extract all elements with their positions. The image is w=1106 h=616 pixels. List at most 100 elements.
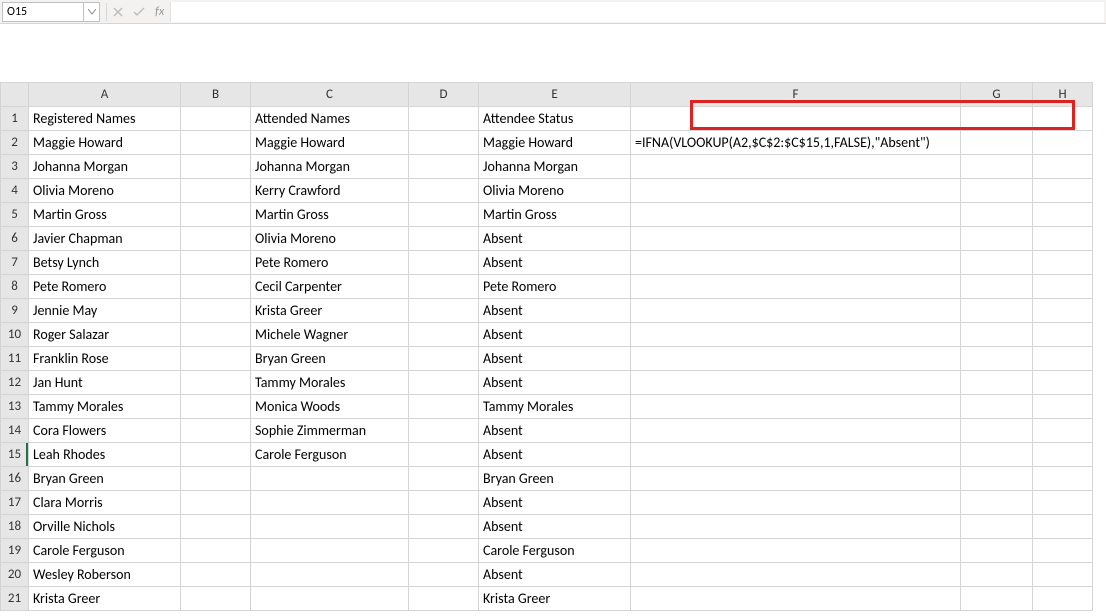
row-header[interactable]: 2 — [1, 131, 29, 155]
cell[interactable]: Tammy Morales — [29, 395, 181, 419]
cell[interactable]: Absent — [479, 227, 631, 251]
cell[interactable] — [409, 155, 479, 179]
cell[interactable] — [181, 539, 251, 563]
cell[interactable] — [961, 299, 1033, 323]
cell[interactable] — [1033, 155, 1093, 179]
cell[interactable] — [631, 107, 961, 131]
cell[interactable]: Absent — [479, 299, 631, 323]
cell[interactable] — [1033, 323, 1093, 347]
cell[interactable] — [961, 491, 1033, 515]
row-header[interactable]: 4 — [1, 179, 29, 203]
cell[interactable] — [251, 467, 409, 491]
cell[interactable] — [409, 299, 479, 323]
cell[interactable] — [631, 443, 961, 467]
cell[interactable] — [961, 515, 1033, 539]
cell[interactable] — [181, 347, 251, 371]
cell[interactable]: Pete Romero — [251, 251, 409, 275]
col-header-H[interactable]: H — [1033, 83, 1093, 107]
cell[interactable]: Absent — [479, 419, 631, 443]
formula-bar-input[interactable] — [170, 2, 1104, 22]
cell[interactable] — [1033, 131, 1093, 155]
cell[interactable]: Absent — [479, 371, 631, 395]
row-header[interactable]: 3 — [1, 155, 29, 179]
name-box-dropdown[interactable] — [84, 2, 100, 22]
select-all-corner[interactable] — [1, 83, 29, 107]
cell[interactable] — [1033, 467, 1093, 491]
cell[interactable] — [961, 347, 1033, 371]
cell[interactable] — [961, 467, 1033, 491]
row-header[interactable]: 15 — [1, 443, 29, 467]
cell[interactable]: =IFNA(VLOOKUP(A2,$C$2:$C$15,1,FALSE),"Ab… — [631, 131, 961, 155]
cell[interactable] — [631, 395, 961, 419]
col-header-D[interactable]: D — [409, 83, 479, 107]
cell[interactable] — [409, 491, 479, 515]
row-header[interactable]: 5 — [1, 203, 29, 227]
cell[interactable] — [181, 275, 251, 299]
cell[interactable]: Johanna Morgan — [479, 155, 631, 179]
cell[interactable] — [409, 347, 479, 371]
cell[interactable] — [409, 371, 479, 395]
cell[interactable] — [409, 251, 479, 275]
cell[interactable] — [181, 155, 251, 179]
cell[interactable] — [1033, 227, 1093, 251]
cell[interactable] — [1033, 299, 1093, 323]
cell[interactable]: Krista Greer — [29, 587, 181, 611]
cell[interactable]: Betsy Lynch — [29, 251, 181, 275]
cell[interactable] — [409, 179, 479, 203]
cell[interactable] — [181, 491, 251, 515]
cell[interactable] — [631, 227, 961, 251]
cell[interactable]: Attended Names — [251, 107, 409, 131]
cell[interactable]: Maggie Howard — [29, 131, 181, 155]
cell[interactable]: Olivia Moreno — [29, 179, 181, 203]
cell[interactable]: Absent — [479, 347, 631, 371]
cell[interactable] — [181, 323, 251, 347]
cell[interactable]: Krista Greer — [479, 587, 631, 611]
cell[interactable] — [631, 299, 961, 323]
cell[interactable]: Bryan Green — [251, 347, 409, 371]
cell[interactable] — [1033, 275, 1093, 299]
cell[interactable]: Bryan Green — [29, 467, 181, 491]
cell[interactable] — [961, 371, 1033, 395]
col-header-B[interactable]: B — [181, 83, 251, 107]
row-header[interactable]: 16 — [1, 467, 29, 491]
cell[interactable]: Kerry Crawford — [251, 179, 409, 203]
cell[interactable]: Martin Gross — [29, 203, 181, 227]
cell[interactable] — [181, 563, 251, 587]
cell[interactable]: Javier Chapman — [29, 227, 181, 251]
cell[interactable]: Krista Greer — [251, 299, 409, 323]
cell[interactable] — [961, 539, 1033, 563]
cell[interactable] — [631, 539, 961, 563]
row-header[interactable]: 20 — [1, 563, 29, 587]
cell[interactable]: Absent — [479, 563, 631, 587]
cell[interactable] — [631, 467, 961, 491]
cell[interactable] — [181, 443, 251, 467]
cell[interactable] — [1033, 563, 1093, 587]
cell[interactable] — [961, 155, 1033, 179]
cell[interactable] — [961, 131, 1033, 155]
col-header-C[interactable]: C — [251, 83, 409, 107]
cell[interactable]: Cora Flowers — [29, 419, 181, 443]
cell[interactable] — [181, 251, 251, 275]
cell[interactable] — [961, 323, 1033, 347]
cell[interactable] — [631, 275, 961, 299]
cell[interactable]: Absent — [479, 443, 631, 467]
cell[interactable] — [631, 155, 961, 179]
cell[interactable]: Johanna Morgan — [251, 155, 409, 179]
row-header[interactable]: 14 — [1, 419, 29, 443]
row-header[interactable]: 12 — [1, 371, 29, 395]
cancel-icon[interactable] — [113, 7, 123, 17]
cell[interactable] — [181, 227, 251, 251]
cell[interactable] — [961, 275, 1033, 299]
cell[interactable]: Sophie Zimmerman — [251, 419, 409, 443]
cell[interactable] — [961, 107, 1033, 131]
cell[interactable] — [251, 515, 409, 539]
cell[interactable]: Wesley Roberson — [29, 563, 181, 587]
row-header[interactable]: 8 — [1, 275, 29, 299]
cell[interactable] — [631, 587, 961, 611]
cell[interactable]: Roger Salazar — [29, 323, 181, 347]
cell[interactable] — [409, 587, 479, 611]
cell[interactable] — [409, 443, 479, 467]
cell[interactable] — [631, 179, 961, 203]
cell[interactable] — [961, 395, 1033, 419]
cell[interactable] — [409, 275, 479, 299]
